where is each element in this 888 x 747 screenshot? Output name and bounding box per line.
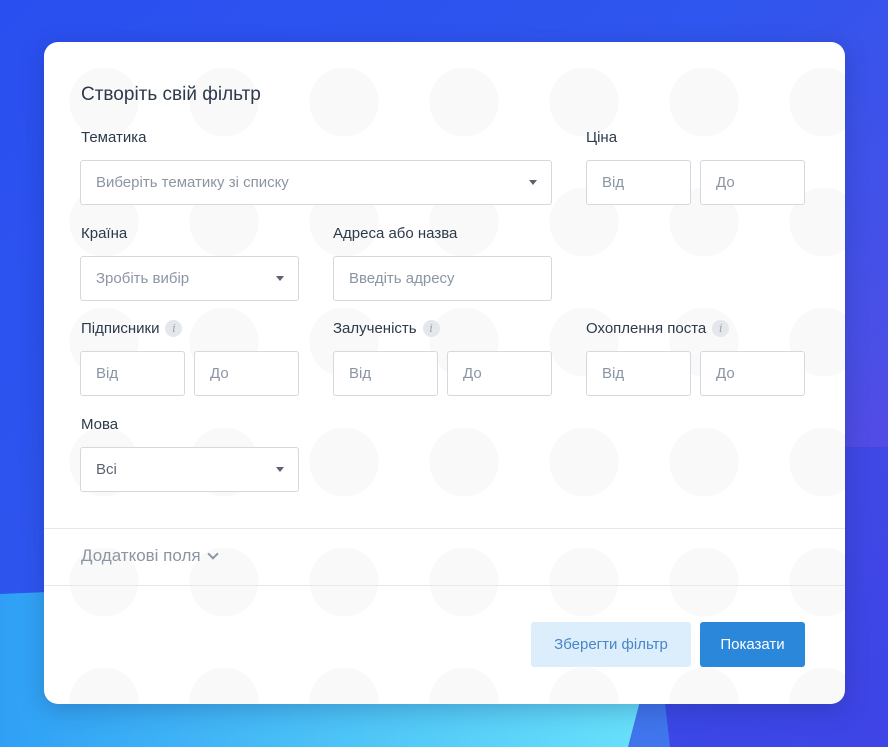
caret-down-icon [276, 276, 284, 281]
country-label: Країна [81, 225, 127, 242]
topic-select[interactable]: Виберіть тематику зі списку [80, 160, 552, 205]
reach-from-input[interactable]: Від [586, 351, 691, 396]
divider-bottom [44, 585, 845, 586]
country-label-text: Країна [81, 225, 128, 242]
price-to-placeholder: До [716, 174, 735, 191]
info-icon[interactable]: i [712, 320, 730, 337]
reach-label-text: Охоплення поста [586, 320, 707, 337]
topic-label: Тематика [81, 129, 146, 146]
engagement-to-input[interactable]: До [447, 351, 552, 396]
address-input[interactable]: Введіть адресу [333, 256, 552, 301]
subscribers-from-placeholder: Від [96, 365, 119, 382]
language-select-value: Всі [96, 461, 117, 478]
price-to-input[interactable]: До [700, 160, 805, 205]
language-label: Мова [81, 416, 118, 433]
engagement-label-text: Залученість [333, 320, 417, 337]
language-select[interactable]: Всі [80, 447, 299, 492]
extra-fields-toggle[interactable]: Додаткові поля [81, 546, 219, 566]
info-icon[interactable]: i [422, 320, 440, 337]
reach-from-placeholder: Від [602, 365, 625, 382]
subscribers-to-placeholder: До [210, 365, 229, 382]
country-select[interactable]: Зробіть вибір [80, 256, 299, 301]
price-from-placeholder: Від [602, 174, 625, 191]
filter-card: Створіть свій фільтр Тематика Виберіть т… [44, 42, 845, 704]
divider-top [44, 528, 845, 529]
reach-to-placeholder: До [716, 365, 735, 382]
topic-label-text: Тематика [81, 129, 147, 146]
price-from-input[interactable]: Від [586, 160, 691, 205]
price-label: Ціна [586, 129, 617, 146]
subscribers-to-input[interactable]: До [194, 351, 299, 396]
chevron-down-icon [206, 548, 219, 560]
caret-down-icon [276, 467, 284, 472]
form-title: Створіть свій фільтр [81, 84, 261, 105]
caret-down-icon [529, 180, 537, 185]
info-icon[interactable]: i [165, 320, 183, 337]
extra-fields-label: Додаткові поля [81, 546, 201, 565]
country-select-placeholder: Зробіть вибір [96, 270, 190, 287]
save-filter-button[interactable]: Зберегти фільтр [531, 622, 691, 667]
engagement-from-input[interactable]: Від [333, 351, 438, 396]
reach-to-input[interactable]: До [700, 351, 805, 396]
topic-select-placeholder: Виберіть тематику зі списку [96, 174, 289, 191]
engagement-to-placeholder: До [463, 365, 482, 382]
address-label-text: Адреса або назва [333, 225, 458, 242]
reach-label: Охоплення поста i [586, 320, 730, 337]
address-input-placeholder: Введіть адресу [349, 270, 455, 287]
language-label-text: Мова [81, 416, 119, 433]
engagement-label: Залученість i [333, 320, 440, 337]
engagement-from-placeholder: Від [349, 365, 372, 382]
show-button[interactable]: Показати [700, 622, 805, 667]
subscribers-label: Підписники i [81, 320, 183, 337]
price-label-text: Ціна [586, 129, 618, 146]
subscribers-from-input[interactable]: Від [80, 351, 185, 396]
subscribers-label-text: Підписники [81, 320, 160, 337]
address-label: Адреса або назва [333, 225, 457, 242]
